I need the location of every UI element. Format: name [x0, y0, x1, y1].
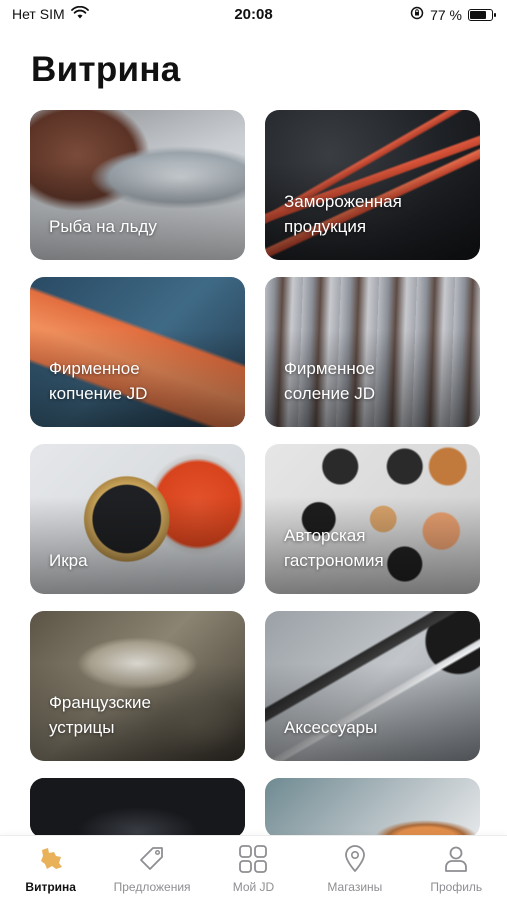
category-label: Аксессуары — [284, 718, 378, 737]
dark-product-image — [30, 778, 245, 838]
category-tile-caviar[interactable]: Икра — [30, 444, 245, 594]
battery-percent: 77 % — [430, 6, 462, 23]
tab-my-jd[interactable]: Мой JD — [203, 836, 303, 894]
food-bowl-image — [265, 778, 480, 838]
page-title: Витрина — [31, 50, 181, 89]
tab-offers[interactable]: Предложения — [102, 836, 202, 894]
tag-icon — [138, 844, 166, 874]
category-tile-partial-right[interactable] — [265, 778, 480, 838]
tab-label: Мой JD — [232, 880, 275, 894]
category-label: Рыба на льду — [49, 217, 157, 236]
tab-showcase[interactable]: Витрина — [1, 836, 101, 894]
status-right: 77 % — [410, 6, 496, 23]
location-pin-icon — [343, 844, 367, 874]
battery-icon — [468, 8, 496, 21]
category-label: Авторская гастрономия — [284, 526, 384, 570]
tab-stores[interactable]: Магазины — [305, 836, 405, 894]
category-label: Замороженная продукция — [284, 192, 402, 236]
tab-label: Предложения — [113, 880, 191, 894]
map-icon — [37, 844, 65, 874]
orientation-lock-icon — [410, 6, 424, 23]
screen: Нет SIM 20:08 77 % Витрина Рыба на льду … — [0, 0, 507, 900]
tab-profile[interactable]: Профиль — [406, 836, 506, 894]
category-label: Фирменное соление JD — [284, 359, 375, 403]
category-grid: Рыба на льду Замороженная продукция Фирм… — [30, 110, 480, 838]
category-label: Икра — [49, 551, 88, 570]
tab-bar: Витрина Предложения Мой JD Магазины Проф… — [0, 835, 507, 900]
category-tile-frozen[interactable]: Замороженная продукция — [265, 110, 480, 260]
category-label: Французские устрицы — [49, 693, 151, 737]
status-bar: Нет SIM 20:08 77 % — [0, 0, 507, 30]
tab-label: Витрина — [25, 880, 76, 894]
person-icon — [443, 844, 469, 874]
category-tile-accessories[interactable]: Аксессуары — [265, 611, 480, 761]
grid-icon — [238, 844, 268, 874]
battery-level — [470, 10, 486, 19]
category-tile-partial-left[interactable] — [30, 778, 245, 838]
tab-label: Магазины — [327, 880, 383, 894]
category-tile-fish-on-ice[interactable]: Рыба на льду — [30, 110, 245, 260]
category-tile-gastronomy[interactable]: Авторская гастрономия — [265, 444, 480, 594]
tab-label: Профиль — [430, 880, 483, 894]
category-tile-oysters[interactable]: Французские устрицы — [30, 611, 245, 761]
category-tile-smoked[interactable]: Фирменное копчение JD — [30, 277, 245, 427]
category-label: Фирменное копчение JD — [49, 359, 148, 403]
category-tile-salted[interactable]: Фирменное соление JD — [265, 277, 480, 427]
